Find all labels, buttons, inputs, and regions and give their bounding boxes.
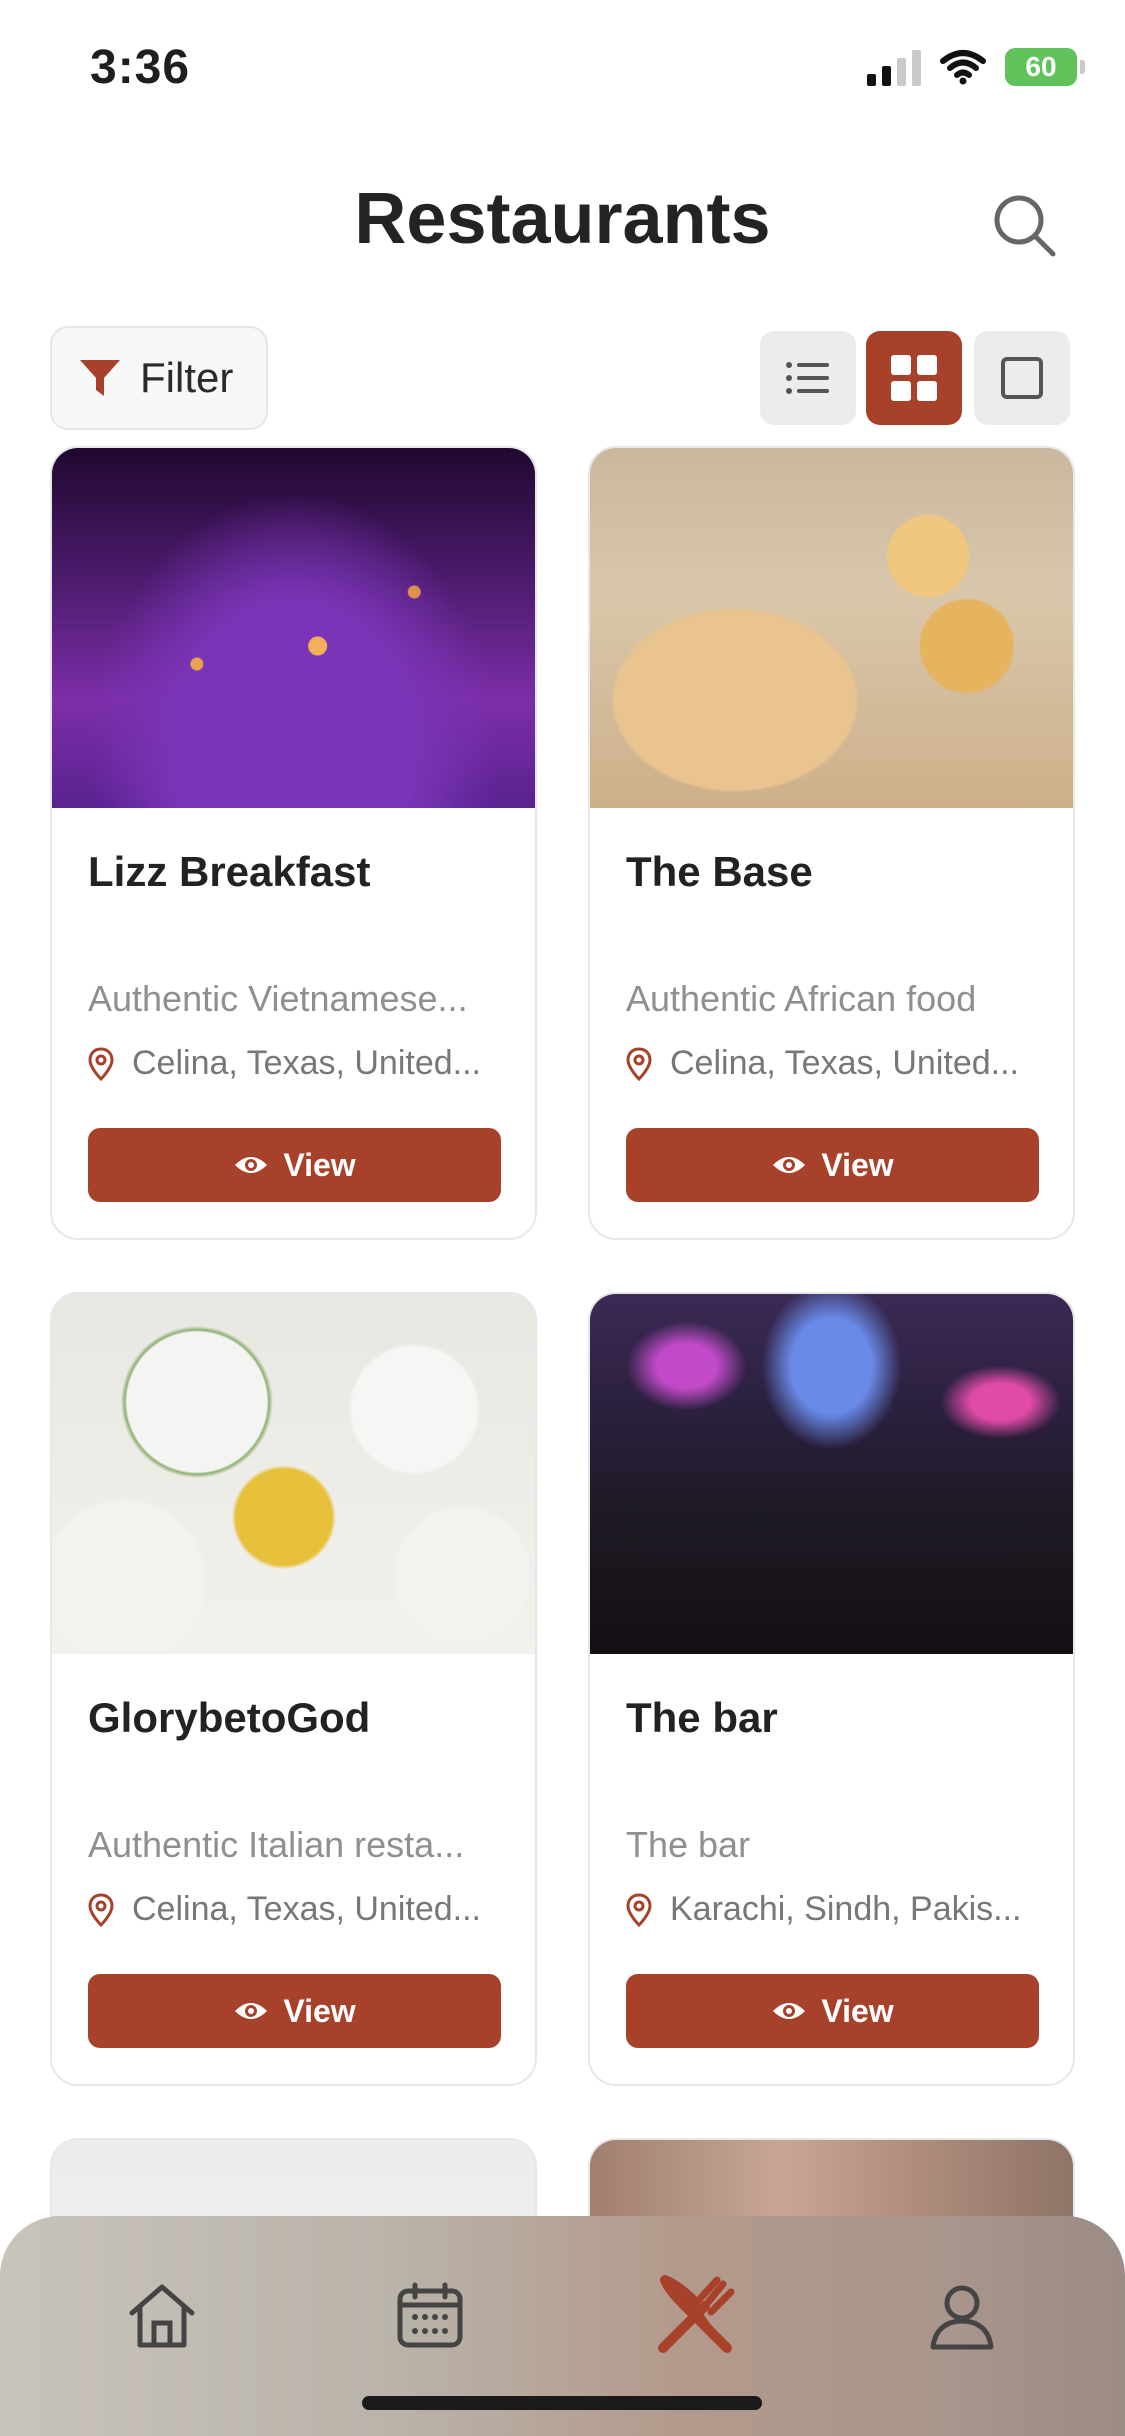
view-button[interactable]: View <box>88 1974 501 2048</box>
page-title: Restaurants <box>354 179 771 259</box>
location-text: Karachi, Sindh, Pakis... <box>670 1890 1022 1928</box>
restaurant-image <box>590 448 1073 808</box>
tab-restaurants[interactable] <box>645 2266 745 2366</box>
grid-view-button[interactable] <box>866 331 962 425</box>
eye-icon <box>773 1157 806 1173</box>
filter-button[interactable]: Filter <box>50 326 268 430</box>
funnel-icon <box>80 360 120 396</box>
square-icon <box>1001 357 1043 399</box>
restaurant-image <box>52 448 535 808</box>
view-button[interactable]: View <box>626 1128 1039 1202</box>
location-text: Celina, Texas, United... <box>670 1044 1019 1082</box>
eye-icon <box>235 1157 268 1173</box>
restaurant-image <box>590 1294 1073 1654</box>
search-icon <box>994 195 1056 257</box>
restaurant-name: The Base <box>626 848 813 895</box>
tab-profile[interactable] <box>912 2266 1012 2366</box>
restaurant-description: Authentic Italian resta... <box>88 1824 465 1865</box>
status-bar: 3:36 60 <box>0 0 1125 140</box>
status-time: 3:36 <box>90 41 191 94</box>
cellular-signal-icon <box>867 48 921 86</box>
single-view-button[interactable] <box>974 331 1070 425</box>
location-pin-icon <box>88 1892 114 1927</box>
restaurant-description: Authentic Vietnamese... <box>88 978 468 1019</box>
location-pin-icon <box>626 1046 652 1081</box>
fork-knife-icon <box>658 2275 735 2353</box>
wifi-icon <box>940 50 986 85</box>
restaurant-location: Karachi, Sindh, Pakis... <box>626 1890 1046 1929</box>
location-text: Celina, Texas, United... <box>132 1044 481 1082</box>
restaurant-card[interactable]: Lizz Breakfast Authentic Vietnamese... C… <box>50 446 537 1240</box>
restaurant-card[interactable]: The Base Authentic African food Celina, … <box>588 446 1075 1240</box>
restaurant-name: The bar <box>626 1694 778 1741</box>
filter-label: Filter <box>140 354 234 401</box>
location-text: Celina, Texas, United... <box>132 1890 481 1928</box>
list-icon <box>786 362 829 394</box>
restaurant-card[interactable]: The bar The bar Karachi, Sindh, Pakis...… <box>588 1292 1075 2086</box>
view-button-label: View <box>283 1146 356 1183</box>
view-button[interactable]: View <box>88 1128 501 1202</box>
battery-icon: 60 <box>1005 48 1085 86</box>
tab-home[interactable] <box>112 2266 212 2366</box>
status-icons: 60 <box>867 48 1085 86</box>
location-pin-icon <box>88 1046 114 1081</box>
grid-icon <box>891 355 937 401</box>
home-indicator <box>362 2396 762 2410</box>
home-icon <box>129 2284 195 2348</box>
restaurant-card[interactable]: GlorybetoGod Authentic Italian resta... … <box>50 1292 537 2086</box>
eye-icon <box>235 2003 268 2019</box>
restaurant-location: Celina, Texas, United... <box>88 1044 508 1083</box>
eye-icon <box>773 2003 806 2019</box>
calendar-icon <box>397 2282 463 2348</box>
view-button-label: View <box>821 1992 894 2029</box>
restaurant-name: GlorybetoGod <box>88 1694 371 1741</box>
battery-level: 60 <box>1025 51 1057 82</box>
list-view-button[interactable] <box>760 331 856 425</box>
restaurant-location: Celina, Texas, United... <box>88 1890 508 1929</box>
view-button-label: View <box>283 1992 356 2029</box>
view-button[interactable]: View <box>626 1974 1039 2048</box>
restaurant-description: Authentic African food <box>626 978 977 1019</box>
restaurant-image <box>52 1294 535 1654</box>
restaurant-description: The bar <box>626 1824 751 1865</box>
restaurant-location: Celina, Texas, United... <box>626 1044 1046 1083</box>
tab-calendar[interactable] <box>380 2266 480 2366</box>
restaurant-name: Lizz Breakfast <box>88 848 371 895</box>
user-icon <box>930 2285 994 2350</box>
location-pin-icon <box>626 1892 652 1927</box>
search-button[interactable] <box>985 186 1065 266</box>
view-button-label: View <box>821 1146 894 1183</box>
